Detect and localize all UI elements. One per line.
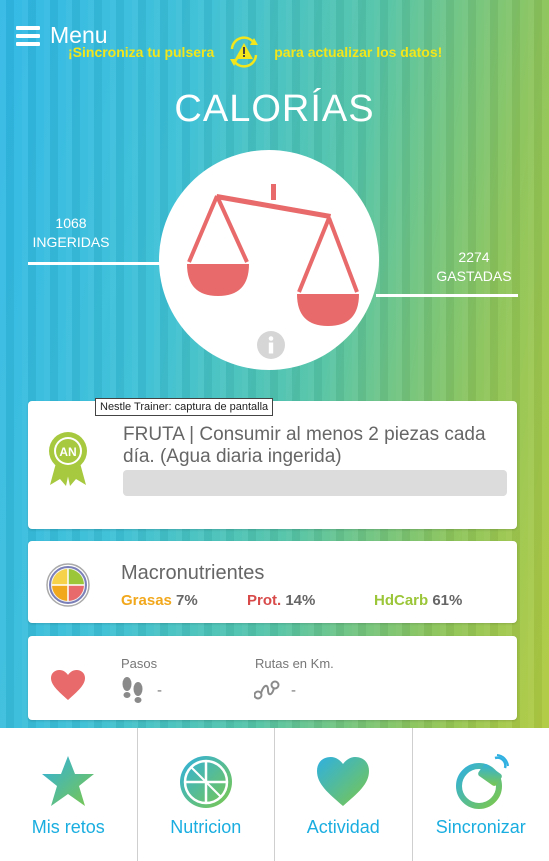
hamburger-icon <box>16 25 40 46</box>
bottom-nav: Mis retos Nutricion Actividad Sincroniza… <box>0 728 549 861</box>
macro-pie-icon <box>46 563 90 607</box>
macro-label-carbs: HdCarb <box>374 592 429 609</box>
macro-item-protein: Prot. 14% <box>247 592 315 609</box>
ingested-label: INGERIDAS <box>32 234 110 250</box>
goal-card[interactable]: AN FRUTA | Consumir al menos 2 piezas ca… <box>28 401 517 529</box>
spent-stat: 2274 GASTADAS <box>428 248 520 286</box>
heart-icon <box>51 670 85 700</box>
award-badge-icon: AN <box>49 432 87 486</box>
routes-value: - <box>291 682 296 699</box>
macro-label-protein: Prot. <box>247 592 282 609</box>
macro-value-fat: 7% <box>176 592 198 609</box>
steps-label: Pasos <box>121 656 158 671</box>
ingested-stat: 1068 INGERIDAS <box>28 214 114 252</box>
route-icon <box>254 680 280 700</box>
nav-sync[interactable]: Sincronizar <box>413 728 549 861</box>
macro-label-fat: Grasas <box>121 592 172 609</box>
nutrition-icon <box>179 756 232 808</box>
sync-warning-icon <box>230 36 259 68</box>
tooltip: Nestle Trainer: captura de pantalla <box>95 398 274 416</box>
macro-title: Macronutrientes <box>121 562 265 584</box>
sync-text-suffix: para actualizar los datos! <box>274 44 443 60</box>
sync-banner[interactable]: ¡Sincroniza tu pulsera para actualizar l… <box>68 34 538 70</box>
macronutrients-card[interactable]: Macronutrientes Grasas 7% Prot. 14% HdCa… <box>28 541 517 623</box>
nav-label-challenges: Mis retos <box>31 817 105 837</box>
sync-text-prefix: ¡Sincroniza tu pulsera <box>68 44 215 60</box>
macro-value-protein: 14% <box>285 592 316 609</box>
nav-label-nutrition: Nutricion <box>170 817 242 837</box>
info-icon[interactable] <box>256 330 286 360</box>
spent-label: GASTADAS <box>436 268 512 284</box>
nav-label-sync: Sincronizar <box>435 817 526 837</box>
badge-text: AN <box>59 445 76 459</box>
ingested-value: 1068 <box>55 215 87 231</box>
goal-progress-bar <box>123 470 507 496</box>
spent-value: 2274 <box>458 249 490 265</box>
steps-value: - <box>157 682 162 699</box>
sync-band-icon <box>455 754 509 809</box>
nav-nutrition[interactable]: Nutricion <box>138 728 275 861</box>
macro-item-fat: Grasas 7% <box>121 592 198 609</box>
macro-item-carbs: HdCarb 61% <box>374 592 462 609</box>
footprints-icon <box>122 677 143 703</box>
heart-icon <box>317 757 370 806</box>
app-screen: Menu ¡Sincroniza tu pulsera para actuali… <box>0 0 549 861</box>
calorie-balance-circle <box>159 150 379 370</box>
nav-my-challenges[interactable]: Mis retos <box>0 728 138 861</box>
goal-text: FRUTA | Consumir al menos 2 piezas cada … <box>123 424 486 467</box>
nav-activity[interactable]: Actividad <box>275 728 413 861</box>
spent-line <box>376 294 518 297</box>
routes-label: Rutas en Km. <box>255 656 334 671</box>
macro-value-carbs: 61% <box>432 592 463 609</box>
star-icon <box>42 756 95 806</box>
activity-card[interactable]: Pasos - Rutas en Km. - <box>28 636 517 720</box>
nav-label-activity: Actividad <box>306 817 380 837</box>
page-title: CALORÍAS <box>174 88 375 130</box>
ingested-line <box>28 262 162 265</box>
